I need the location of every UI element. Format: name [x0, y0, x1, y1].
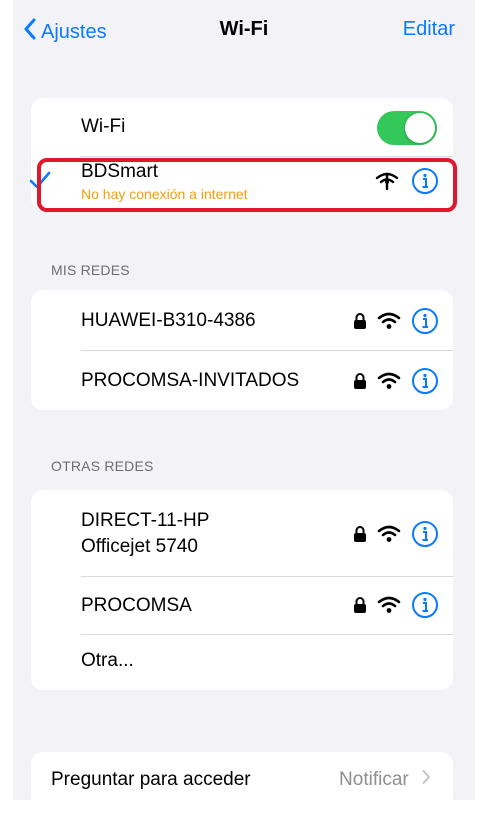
my-networks-header: MIS REDES — [51, 262, 130, 278]
ask-join-row[interactable]: Preguntar para acceder Notificar — [31, 752, 453, 800]
info-icon[interactable] — [411, 307, 439, 335]
network-name-line1: DIRECT-11-HP — [81, 510, 210, 531]
network-row[interactable]: PROCOMSA-INVITADOS — [31, 351, 453, 410]
network-row[interactable]: DIRECT-11-HP Officejet 5740 — [31, 490, 453, 576]
navigation-bar: Ajustes Wi-Fi Editar — [13, 0, 475, 60]
wifi-toggle-row: Wi-Fi — [31, 98, 453, 156]
network-name: PROCOMSA — [81, 595, 192, 616]
wifi-label: Wi-Fi — [81, 116, 126, 137]
wifi-icon — [377, 312, 401, 330]
info-icon[interactable] — [411, 367, 439, 395]
other-network-row[interactable]: Otra... — [31, 635, 453, 690]
other-networks-card: DIRECT-11-HP Officejet 5740 PROCOMSA Otr… — [31, 490, 453, 690]
network-name: DIRECT-11-HP Officejet 5740 — [81, 508, 209, 560]
lock-icon — [353, 596, 367, 614]
network-name: HUAWEI-B310-4386 — [81, 310, 256, 331]
network-row[interactable]: PROCOMSA — [31, 577, 453, 634]
wifi-icon — [377, 525, 401, 543]
lock-icon — [353, 372, 367, 390]
lock-icon — [353, 312, 367, 330]
network-icons — [353, 307, 439, 335]
ask-join-label: Preguntar para acceder — [51, 769, 251, 790]
wifi-icon — [377, 596, 401, 614]
wifi-toggle[interactable] — [377, 111, 437, 145]
ask-join-value: Notificar — [339, 769, 409, 791]
highlight-box — [37, 158, 457, 212]
edit-button[interactable]: Editar — [403, 18, 455, 41]
network-icons — [353, 367, 439, 395]
network-name: PROCOMSA-INVITADOS — [81, 370, 300, 391]
wifi-icon — [377, 372, 401, 390]
info-icon[interactable] — [411, 520, 439, 548]
chevron-right-icon — [422, 769, 431, 791]
network-icons — [353, 591, 439, 619]
lock-icon — [353, 525, 367, 543]
info-icon[interactable] — [411, 591, 439, 619]
network-name-line2: Officejet 5740 — [81, 536, 198, 557]
toggle-knob — [405, 113, 435, 143]
wifi-settings-screen: Ajustes Wi-Fi Editar Wi-Fi BDSmart No ha… — [13, 0, 475, 800]
network-row[interactable]: HUAWEI-B310-4386 — [31, 290, 453, 350]
other-network-label: Otra... — [81, 650, 134, 671]
my-networks-card: HUAWEI-B310-4386 PROCOMSA-INVITADOS — [31, 290, 453, 410]
network-icons — [353, 520, 439, 548]
other-networks-header: OTRAS REDES — [51, 458, 154, 474]
ask-join-value-wrap: Notificar — [339, 769, 431, 791]
ask-join-card: Preguntar para acceder Notificar — [31, 752, 453, 800]
